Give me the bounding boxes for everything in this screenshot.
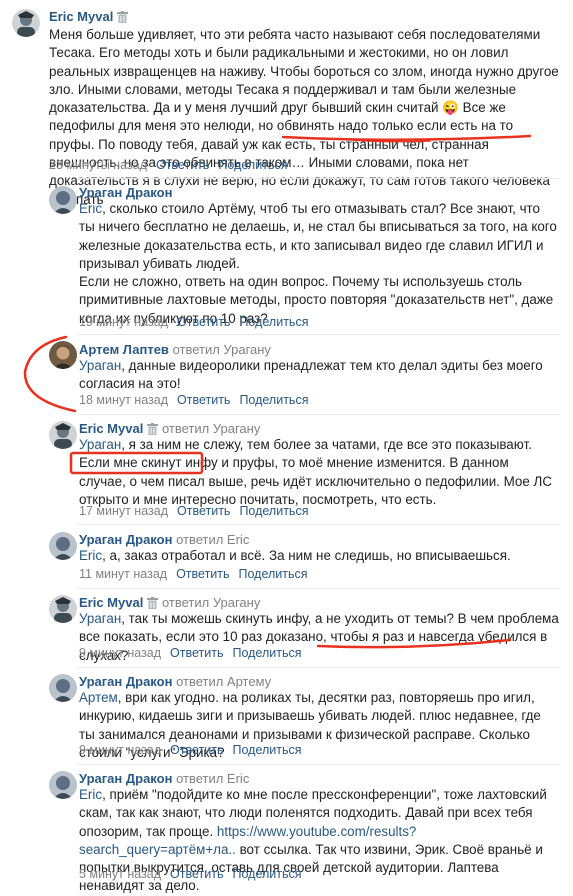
comment-text: Ураган, я за ним не слежу, тем более за … — [79, 437, 552, 507]
reply-link[interactable]: Ответить — [170, 646, 223, 660]
avatar[interactable] — [49, 771, 77, 799]
comment-time[interactable]: 9 минут назад — [79, 646, 161, 660]
author-name[interactable]: Артем Лаптев — [79, 342, 169, 357]
share-link[interactable]: Поделиться — [239, 567, 308, 581]
reply-to-label[interactable]: ответил Урагану — [173, 342, 271, 357]
avatar[interactable] — [49, 421, 77, 449]
share-link[interactable]: Поделиться — [218, 158, 287, 172]
share-link[interactable]: Поделиться — [239, 393, 308, 407]
comment-time[interactable]: 23 минуты назад — [49, 158, 147, 172]
divider — [78, 524, 559, 525]
divider — [78, 588, 559, 589]
comment-time[interactable]: 5 минут назад — [79, 867, 161, 881]
addressee-link[interactable]: Eric — [79, 201, 102, 216]
divider — [78, 667, 559, 668]
reply-to-label[interactable]: ответил Eric — [176, 771, 249, 786]
addressee-link[interactable]: Eric — [79, 787, 102, 802]
divider — [78, 334, 559, 335]
author-name[interactable]: Eric Myval — [49, 9, 113, 24]
reply-link[interactable]: Ответить — [170, 743, 223, 757]
comment-time[interactable]: 17 минут назад — [79, 504, 168, 518]
author-name[interactable]: Eric Myval — [79, 595, 143, 610]
comment-text: Eric, сколько стоило Артёму, чтоб ты его… — [79, 201, 557, 326]
author-name[interactable]: Ураган Дракон — [79, 674, 172, 689]
share-link[interactable]: Поделиться — [232, 867, 301, 881]
share-link[interactable]: Поделиться — [239, 315, 308, 329]
comment-time[interactable]: 11 минут назад — [79, 567, 167, 581]
comment-text: Eric, а, заказ отработал и всё. За ним н… — [79, 548, 511, 563]
reply-to-label[interactable]: ответил Артему — [176, 674, 271, 689]
avatar[interactable] — [49, 595, 77, 623]
share-link[interactable]: Поделиться — [232, 646, 301, 660]
avatar[interactable] — [12, 9, 40, 37]
avatar[interactable] — [49, 186, 77, 214]
share-link[interactable]: Поделиться — [239, 504, 308, 518]
addressee-link[interactable]: Ураган — [79, 358, 121, 373]
comment-text: Меня больше удивляет, что эти ребята час… — [49, 27, 559, 207]
divider — [78, 414, 559, 415]
addressee-link[interactable]: Eric — [79, 548, 102, 563]
reply-to-label[interactable]: ответил Урагану — [162, 595, 260, 610]
divider — [78, 178, 559, 179]
reply-link[interactable]: Ответить — [176, 567, 229, 581]
reply-to-label[interactable]: ответил Урагану — [162, 421, 260, 436]
comment-time[interactable]: 19 минут назад — [79, 315, 168, 329]
author-name[interactable]: Ураган Дракон — [79, 771, 172, 786]
trash-icon[interactable] — [117, 11, 129, 27]
reply-to-label[interactable]: ответил Eric — [176, 532, 249, 547]
avatar[interactable] — [49, 674, 77, 702]
author-name[interactable]: Ураган Дракон — [79, 532, 172, 547]
addressee-link[interactable]: Ураган — [79, 437, 121, 452]
addressee-link[interactable]: Артем — [79, 690, 118, 705]
avatar[interactable] — [49, 341, 77, 369]
author-name[interactable]: Ураган Дракон — [79, 185, 172, 200]
reply-link[interactable]: Ответить — [177, 504, 230, 518]
reply-link[interactable]: Ответить — [170, 867, 223, 881]
share-link[interactable]: Поделиться — [232, 743, 301, 757]
comment-time[interactable]: 9 минут назад — [79, 743, 161, 757]
reply-link[interactable]: Ответить — [156, 158, 209, 172]
reply-link[interactable]: Ответить — [177, 393, 230, 407]
avatar[interactable] — [49, 532, 77, 560]
divider — [78, 764, 559, 765]
addressee-link[interactable]: Ураган — [79, 611, 121, 626]
author-name[interactable]: Eric Myval — [79, 421, 143, 436]
comment-time[interactable]: 18 минут назад — [79, 393, 168, 407]
reply-link[interactable]: Ответить — [177, 315, 230, 329]
comment-text: Ураган, данные видеоролики пренадлежат т… — [79, 358, 543, 392]
